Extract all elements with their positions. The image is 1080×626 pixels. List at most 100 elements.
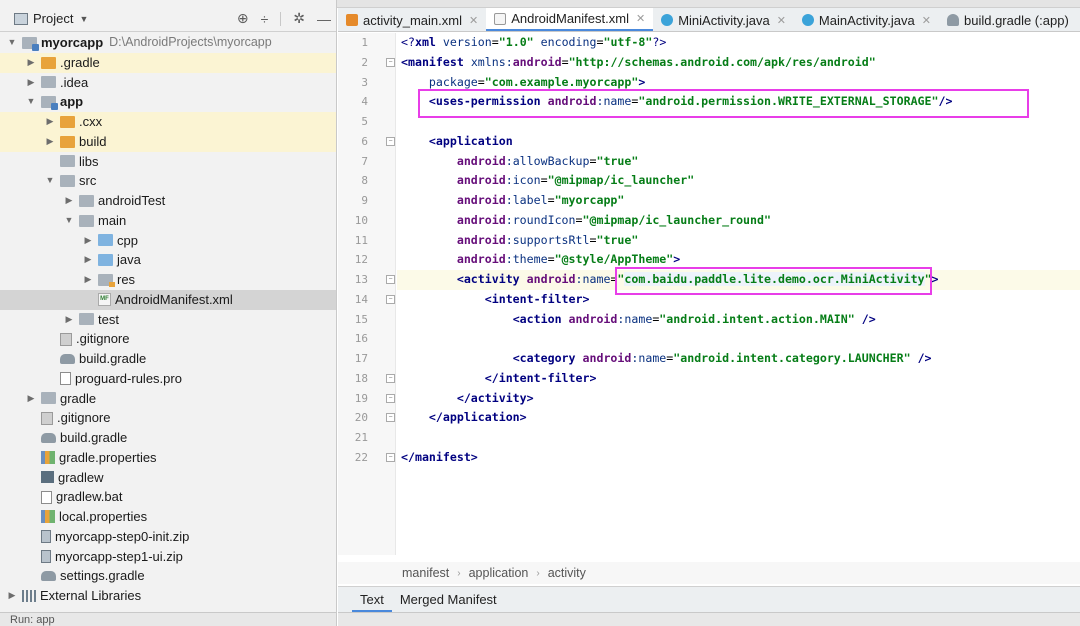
code-line[interactable]: android:supportsRtl="true" [397,231,639,251]
code-line[interactable] [397,112,401,132]
tree-item[interactable]: myorcapp-step0-init.zip [0,527,336,547]
tree-item[interactable]: ▶ cpp [0,231,336,251]
code-line[interactable] [397,329,401,349]
code-line[interactable]: <uses-permission android:name="android.p… [397,92,953,112]
tree-item[interactable]: ▶ test [0,310,336,330]
collapse-all-icon[interactable]: ÷ [261,11,269,27]
editor-tab[interactable]: AndroidManifest.xml ✕ [486,8,654,31]
chevron-down-icon[interactable]: ▼ [63,211,75,231]
tree-item[interactable]: .gitignore [0,408,336,428]
code-token: <? [401,35,415,49]
code-line[interactable]: <intent-filter> [397,290,590,310]
code-line[interactable]: android:roundIcon="@mipmap/ic_launcher_r… [397,211,771,231]
chevron-right-icon[interactable]: ▶ [82,250,94,270]
tree-item[interactable]: proguard-rules.pro [0,369,336,389]
editor-tab[interactable]: MainActivity.java ✕ [794,8,939,31]
breadcrumb-item[interactable]: manifest [402,566,449,580]
tree-item[interactable]: gradlew [0,468,336,488]
close-icon[interactable]: ✕ [636,12,645,25]
tree-item[interactable]: settings.gradle [0,566,336,586]
chevron-down-icon[interactable]: ▼ [25,92,37,112]
fold-marker-icon[interactable]: − [386,452,395,462]
tree-item[interactable]: ▶ External Libraries [0,586,336,606]
chevron-down-icon[interactable]: ▼ [44,171,56,191]
code-line[interactable]: <activity android:name="com.baidu.paddle… [397,270,1080,290]
breadcrumb-item[interactable]: activity [548,566,586,580]
code-line[interactable]: <?xml version="1.0" encoding="utf-8"?> [397,33,666,53]
locate-icon[interactable]: ⊕ [237,10,249,27]
chevron-right-icon[interactable]: ▶ [25,53,37,73]
chevron-right-icon[interactable]: ▶ [6,586,18,606]
editor-tab[interactable]: build.gradle (:app) [939,8,1077,31]
tree-item[interactable]: MF AndroidManifest.xml [0,289,336,310]
code-line[interactable]: package="com.example.myorcapp"> [397,73,645,93]
tree-item[interactable]: libs [0,152,336,172]
tree-item[interactable]: ▼ myorcapp D:\AndroidProjects\myorcapp [0,33,336,53]
chevron-right-icon[interactable]: ▶ [82,231,94,251]
tree-item[interactable]: ▶ build [0,131,336,152]
gear-icon[interactable]: ✲ [293,10,305,27]
project-view-selector[interactable]: Project ▼ [14,11,88,26]
tree-item[interactable]: ▼ app [0,92,336,112]
close-icon[interactable]: ✕ [922,14,931,27]
code-line[interactable]: android:theme="@style/AppTheme"> [397,250,680,270]
fold-marker-icon[interactable]: − [386,294,395,304]
chevron-right-icon[interactable]: ▶ [25,73,37,93]
code-line[interactable]: android:icon="@mipmap/ic_launcher" [397,171,694,191]
code-line[interactable] [397,428,401,448]
code-line[interactable]: </application> [397,408,527,428]
chevron-right-icon[interactable]: ▶ [82,270,94,290]
fold-marker-icon[interactable]: − [386,57,395,67]
bottom-tab[interactable]: Merged Manifest [392,588,505,612]
chevron-right-icon[interactable]: ▶ [63,191,75,211]
chevron-right-icon[interactable]: ▶ [25,389,37,409]
fold-marker-icon[interactable]: − [386,413,395,423]
fold-marker-icon[interactable]: − [386,393,395,403]
tree-item[interactable]: ▶ gradle [0,389,336,409]
code-line[interactable]: <manifest xmlns:android="http://schemas.… [397,53,876,73]
tree-item[interactable]: ▶ androidTest [0,191,336,211]
chevron-right-icon[interactable]: ▶ [44,112,56,132]
tree-item[interactable]: ▶ java [0,250,336,270]
chevron-down-icon[interactable]: ▼ [6,33,18,53]
tree-item[interactable]: gradle.properties [0,448,336,468]
code-line[interactable]: </manifest> [397,448,478,468]
tree-item[interactable]: gradlew.bat [0,487,336,507]
chevron-right-icon[interactable]: ▶ [63,310,75,330]
tree-item[interactable]: build.gradle [0,349,336,369]
code-line[interactable]: <action android:name="android.intent.act… [397,310,876,330]
close-icon[interactable]: ✕ [777,14,786,27]
close-icon[interactable]: ✕ [469,14,478,27]
code-line[interactable]: </activity> [397,389,534,409]
code-line[interactable]: </intent-filter> [397,369,597,389]
code-token: "android.intent.action.MAIN" [659,311,855,326]
code-line[interactable]: android:allowBackup="true" [397,152,639,172]
tree-item[interactable]: ▶ .idea [0,73,336,93]
tree-item[interactable]: ▶ .cxx [0,112,336,132]
fold-marker-icon[interactable]: − [386,136,395,146]
tree-item[interactable]: ▶ .gradle [0,52,336,73]
code-line[interactable]: <application [397,132,513,152]
tree-item[interactable]: .gitignore [0,329,336,349]
code-editor[interactable]: 1 2 3 4 5 6 7 8 9 10 11 12 13 14 15 16 17 18 19 20 21 22 <?xm… [338,33,1080,555]
breadcrumb-item[interactable]: application [469,566,529,580]
tree-item[interactable]: myorcapp-step1-ui.zip [0,547,336,567]
minimize-icon[interactable]: — [317,11,331,27]
tree-item[interactable]: build.gradle [0,428,336,448]
tree-item[interactable]: local.properties [0,507,336,527]
chevron-right-icon[interactable]: ▶ [44,132,56,152]
code-line[interactable]: android:label="myorcapp" [397,191,625,211]
fold-marker-icon[interactable]: − [386,373,395,383]
editor-tab[interactable]: activity_main.xml ✕ [338,8,486,31]
code-line[interactable]: <category android:name="android.intent.c… [397,349,932,369]
tree-item[interactable]: ▶ res [0,270,336,290]
code-token: "android.permission.WRITE_EXTERNAL_STORA… [638,94,939,109]
tree-item[interactable]: ▼ src [0,171,336,191]
fold-marker-icon[interactable]: − [386,275,395,284]
editor-tab[interactable]: MiniActivity.java ✕ [653,8,794,31]
bottom-tab[interactable]: Text [352,588,392,612]
tree-item[interactable]: ▼ main [0,211,336,231]
